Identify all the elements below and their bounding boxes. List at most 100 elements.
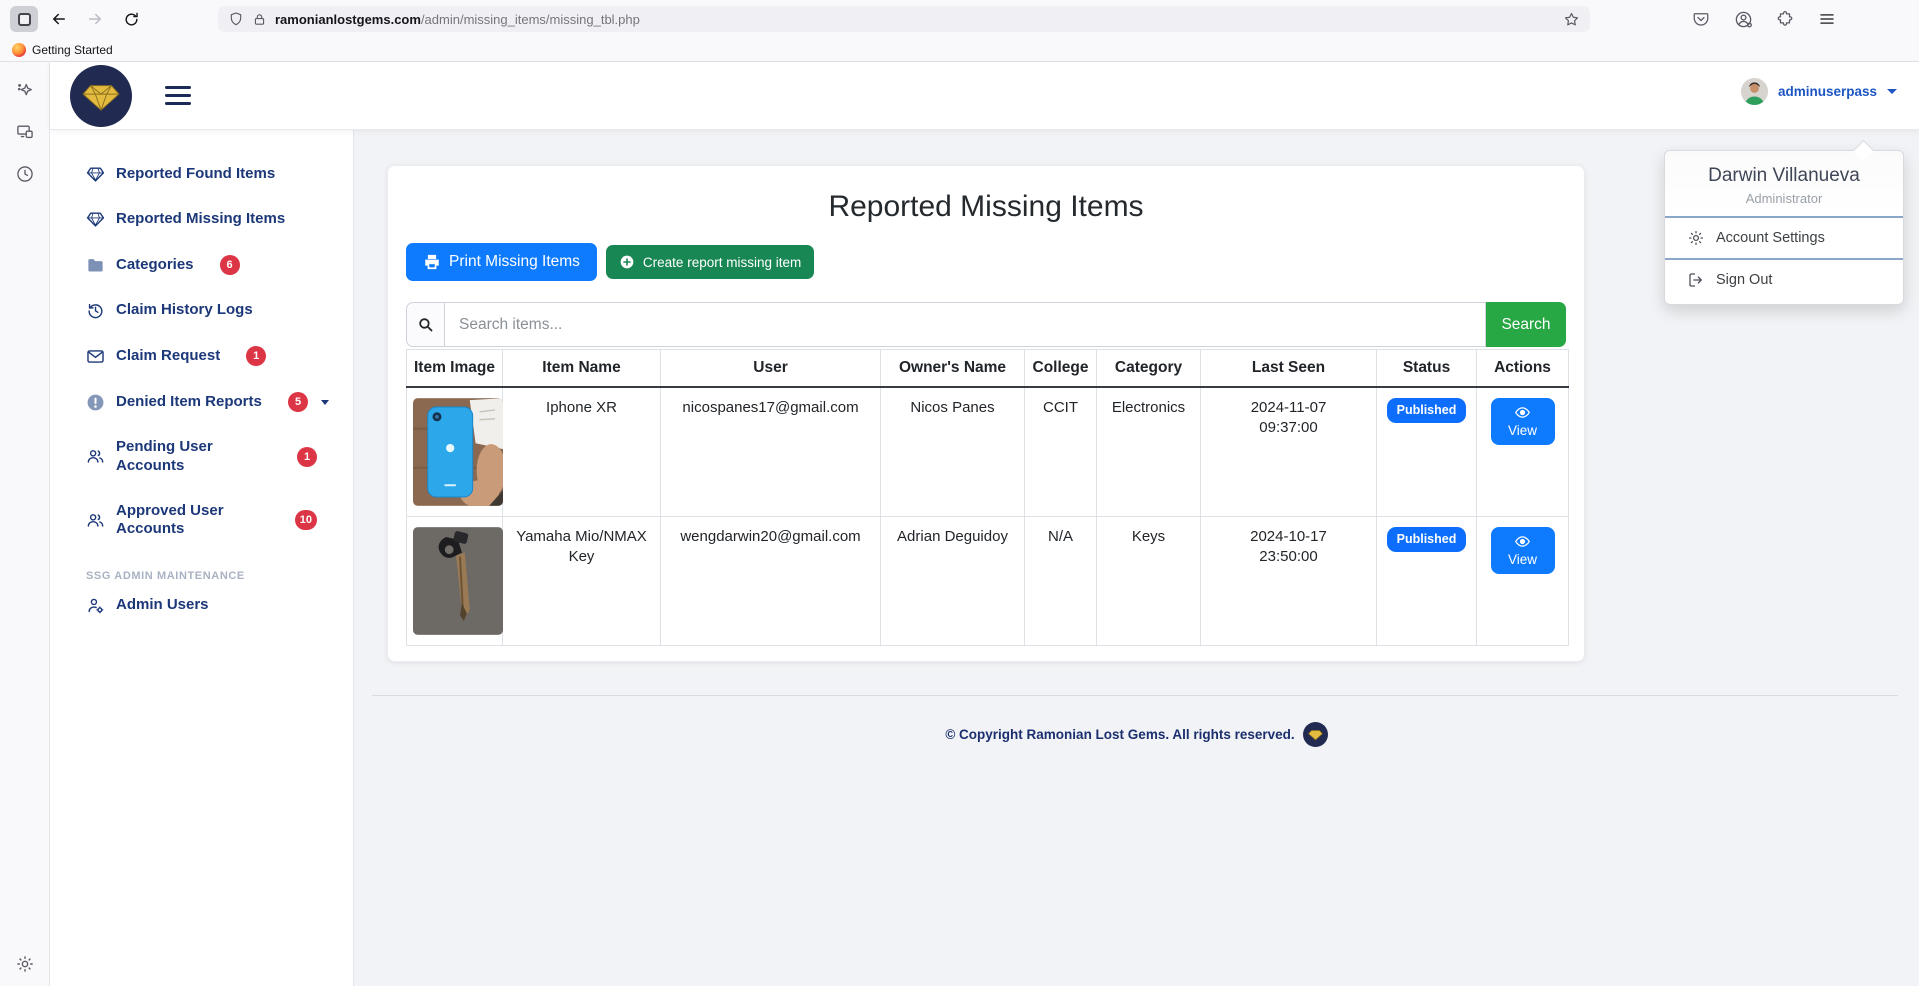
footer-logo: [1303, 722, 1328, 747]
user-dropdown: Darwin Villanueva Administrator Account …: [1664, 150, 1904, 305]
reload-icon: [123, 11, 140, 28]
denied-reports-count-badge: 5: [288, 392, 308, 412]
sidebar-toggle-button[interactable]: [165, 86, 191, 105]
gear-icon[interactable]: [15, 954, 35, 974]
table-row: Yamaha Mio/NMAX Key wengdarwin20@gmail.c…: [407, 517, 1569, 646]
col-last-seen: Last Seen: [1201, 350, 1377, 388]
avatar: [1741, 78, 1768, 105]
firefox-view-button[interactable]: [10, 6, 38, 32]
sidebar-item-label: Claim History Logs: [116, 301, 253, 320]
footer: © Copyright Ramonian Lost Gems. All righ…: [354, 722, 1919, 747]
printer-icon: [423, 253, 441, 271]
bookmark-getting-started[interactable]: Getting Started: [12, 43, 113, 57]
sidebar-item-approved-user-accounts[interactable]: Approved User Accounts 10: [50, 489, 353, 553]
back-icon: [50, 10, 68, 28]
col-user: User: [661, 350, 881, 388]
menu-button[interactable]: [1812, 4, 1842, 34]
sidebar-item-label: Reported Found Items: [116, 165, 275, 184]
forward-button[interactable]: [80, 4, 110, 34]
extensions-button[interactable]: [1770, 4, 1800, 34]
account-settings-label: Account Settings: [1716, 230, 1825, 246]
clock-icon[interactable]: [15, 164, 35, 184]
items-table: Item Image Item Name User Owner's Name C…: [406, 349, 1569, 646]
sidebar-item-label: Denied Item Reports: [116, 393, 262, 412]
exclamation-circle-icon: [86, 393, 105, 412]
copyright-text: © Copyright Ramonian Lost Gems. All righ…: [945, 727, 1294, 742]
sidebar-item-admin-users[interactable]: Admin Users: [50, 588, 353, 628]
sidebar-item-label: Categories: [116, 256, 194, 275]
username: adminuserpass: [1778, 84, 1877, 99]
user-menu-button[interactable]: adminuserpass: [1741, 78, 1897, 105]
divider: [372, 695, 1898, 696]
search-bar: Search: [406, 302, 1566, 347]
lock-icon[interactable]: [252, 12, 267, 27]
sign-out-icon: [1687, 271, 1705, 289]
view-button[interactable]: View: [1491, 527, 1555, 574]
page: adminuserpass Reported Found Items Repor…: [0, 62, 1919, 986]
search-input[interactable]: [444, 302, 1486, 347]
menu-icon: [1818, 10, 1836, 28]
users-icon: [86, 447, 105, 466]
account-settings-menu-item[interactable]: Account Settings: [1665, 218, 1903, 258]
col-item-name: Item Name: [503, 350, 661, 388]
page-title: Reported Missing Items: [406, 190, 1566, 224]
cell-owner: Adrian Deguidoy: [881, 517, 1025, 646]
envelope-icon: [86, 347, 105, 366]
shield-icon[interactable]: [228, 11, 244, 27]
cell-user: nicospanes17@gmail.com: [661, 387, 881, 517]
cell-college: N/A: [1025, 517, 1097, 646]
users-icon: [86, 511, 105, 530]
extensions-icon: [1776, 10, 1794, 28]
cell-last-seen: 2024-10-1723:50:00: [1201, 517, 1377, 646]
sidebar-item-pending-user-accounts[interactable]: Pending User Accounts 1: [50, 425, 353, 489]
table-row: Iphone XR nicospanes17@gmail.com Nicos P…: [407, 387, 1569, 517]
account-button[interactable]: [1728, 4, 1758, 34]
gem-icon: [86, 165, 105, 184]
sidebar-item-claim-history-logs[interactable]: Claim History Logs: [50, 288, 353, 333]
approved-accounts-count-badge: 10: [295, 510, 317, 530]
eye-icon: [1514, 404, 1531, 421]
url-text: ramonianlostgems.com/admin/missing_items…: [275, 12, 640, 27]
sign-out-label: Sign Out: [1716, 272, 1772, 288]
sidebar-item-label: Claim Request: [116, 347, 220, 366]
star-icon[interactable]: [1563, 11, 1580, 28]
gem-icon: [86, 210, 105, 229]
col-item-image: Item Image: [407, 350, 503, 388]
col-college: College: [1025, 350, 1097, 388]
table-header-row: Item Image Item Name User Owner's Name C…: [407, 350, 1569, 388]
sidebar-item-reported-found-items[interactable]: Reported Found Items: [50, 152, 353, 197]
bookmarks-bar: Getting Started: [0, 38, 1919, 62]
cell-college: CCIT: [1025, 387, 1097, 517]
app-logo[interactable]: [70, 65, 132, 127]
devices-icon[interactable]: [15, 122, 35, 142]
view-button[interactable]: View: [1491, 398, 1555, 445]
sidebar-section-label: SSG ADMIN MAINTENANCE: [50, 552, 353, 588]
print-missing-items-button[interactable]: Print Missing Items: [406, 243, 597, 281]
back-button[interactable]: [44, 4, 74, 34]
sidebar-item-denied-item-reports[interactable]: Denied Item Reports 5: [50, 379, 353, 425]
url-bar[interactable]: ramonianlostgems.com/admin/missing_items…: [218, 6, 1590, 32]
col-actions: Actions: [1477, 350, 1569, 388]
diamond-logo-icon: [82, 79, 120, 113]
app-header: adminuserpass: [50, 62, 1919, 130]
search-button[interactable]: Search: [1486, 302, 1566, 347]
create-report-button[interactable]: Create report missing item: [606, 245, 814, 279]
cell-category: Keys: [1097, 517, 1201, 646]
sign-out-menu-item[interactable]: Sign Out: [1665, 260, 1903, 300]
screen: ramonianlostgems.com/admin/missing_items…: [0, 0, 1919, 986]
cell-item-name: Yamaha Mio/NMAX Key: [503, 517, 661, 646]
sidebar-item-reported-missing-items[interactable]: Reported Missing Items: [50, 197, 353, 242]
sidebar-item-claim-request[interactable]: Claim Request 1: [50, 333, 353, 379]
toolbar-right-icons: [1686, 4, 1842, 34]
sparkle-icon[interactable]: [15, 80, 35, 100]
folder-icon: [86, 256, 105, 275]
pocket-button[interactable]: [1686, 4, 1716, 34]
cell-owner: Nicos Panes: [881, 387, 1025, 517]
forward-icon: [86, 10, 104, 28]
cell-item-name: Iphone XR: [503, 387, 661, 517]
reload-button[interactable]: [116, 4, 146, 34]
status-badge: Published: [1387, 398, 1467, 423]
gear-icon: [1687, 229, 1705, 247]
sidebar-item-categories[interactable]: Categories 6: [50, 242, 353, 288]
firefox-favicon-icon: [12, 43, 26, 57]
